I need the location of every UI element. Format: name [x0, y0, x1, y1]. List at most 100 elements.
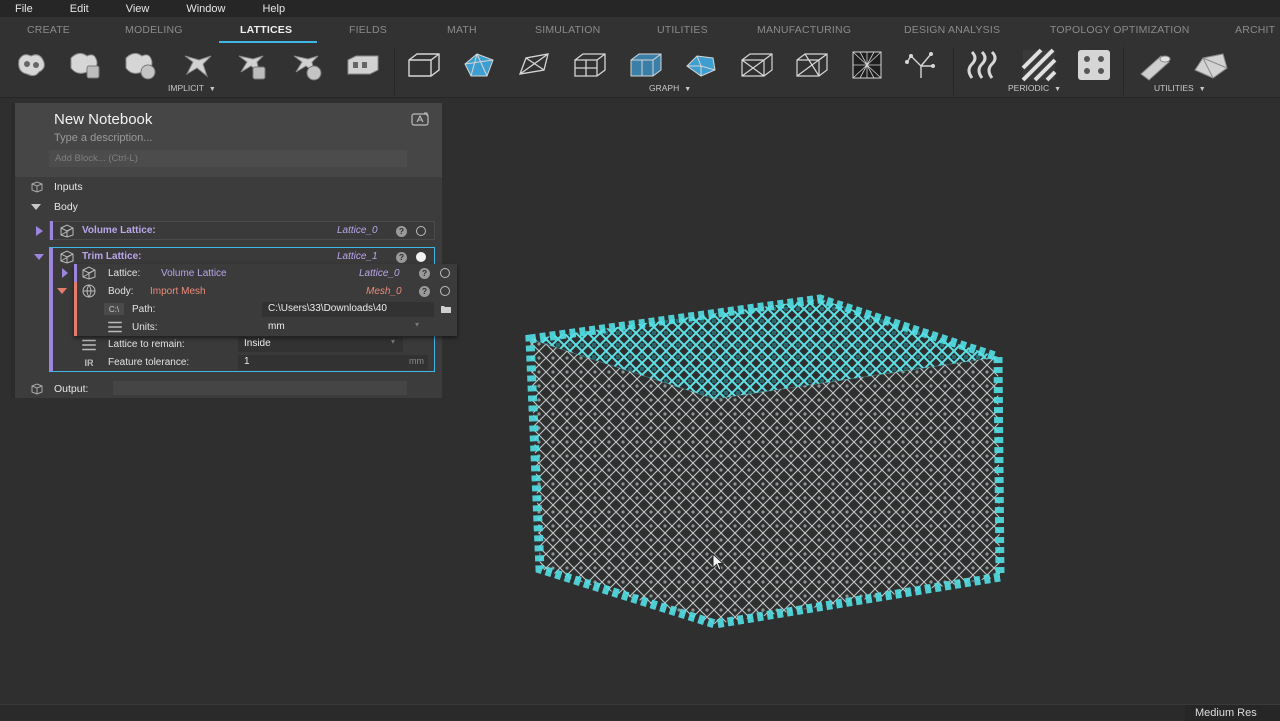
- units-row: Units: mm ▾: [74, 318, 457, 336]
- tab-math[interactable]: MATH: [447, 24, 477, 36]
- folder-icon[interactable]: [440, 304, 452, 314]
- implicit-lattice-1-icon[interactable]: [12, 47, 50, 83]
- expand-icon[interactable]: [36, 226, 43, 236]
- tab-design-analysis[interactable]: DESIGN ANALYSIS: [904, 24, 1000, 36]
- periodic-dots-icon[interactable]: [1075, 47, 1113, 83]
- menu-file[interactable]: File: [0, 3, 33, 15]
- path-row: C:\ Path: C:\Users\33\Downloads\40: [74, 300, 457, 318]
- body-collapse-icon[interactable]: [31, 204, 41, 210]
- expand-icon[interactable]: [62, 268, 68, 278]
- block-title: Volume Lattice:: [82, 225, 156, 236]
- graph-dense-icon[interactable]: [848, 47, 886, 83]
- help-icon[interactable]: ?: [396, 252, 407, 263]
- render-resolution[interactable]: Medium Res: [1185, 705, 1280, 721]
- collapse-icon[interactable]: [57, 288, 67, 294]
- inputs-section[interactable]: Inputs: [15, 177, 442, 197]
- block-output-variable[interactable]: Lattice_0: [337, 225, 378, 236]
- group-label-implicit[interactable]: IMPLICIT ▼: [168, 83, 216, 93]
- tab-fields[interactable]: FIELDS: [349, 24, 387, 36]
- notebook-header: New Notebook Type a description... Add B…: [15, 103, 442, 177]
- menu-edit[interactable]: Edit: [55, 3, 89, 15]
- tab-architecture[interactable]: ARCHIT: [1235, 24, 1275, 36]
- lattice-input-variable[interactable]: Lattice_0: [359, 268, 400, 279]
- graph-surface-icon[interactable]: [460, 47, 498, 83]
- ribbon-tabs: CREATE MODELING LATTICES FIELDS MATH SIM…: [0, 17, 1280, 43]
- units-select[interactable]: mm ▾: [262, 320, 427, 335]
- utility-shape-icon[interactable]: [1192, 47, 1230, 83]
- implicit-lattice-6-icon[interactable]: [287, 47, 325, 83]
- tab-lattices[interactable]: LATTICES: [240, 24, 292, 36]
- trim-inputs-subpanel: Lattice: Volume Lattice Lattice_0 ? Body…: [57, 264, 457, 336]
- graph-box-2-icon[interactable]: [570, 47, 608, 83]
- body-input-variable[interactable]: Mesh_0: [366, 286, 402, 297]
- body-input-row[interactable]: Body: Import Mesh Mesh_0 ?: [57, 282, 457, 336]
- lattice-block-icon: [82, 266, 96, 280]
- path-label: Path:: [132, 304, 156, 315]
- implicit-lattice-3-icon[interactable]: [121, 47, 159, 83]
- path-input[interactable]: C:\Users\33\Downloads\40: [262, 302, 434, 317]
- lattice-to-remain-value: Inside: [244, 338, 271, 349]
- graph-box-3-icon[interactable]: [626, 47, 664, 83]
- tab-utilities[interactable]: UTILITIES: [657, 24, 708, 36]
- utility-cylinder-icon[interactable]: [1136, 47, 1174, 83]
- implicit-lattice-2-icon[interactable]: [66, 47, 104, 83]
- notebook-title[interactable]: New Notebook: [54, 111, 152, 128]
- lattice-input-label: Lattice:: [108, 268, 141, 279]
- periodic-wave-icon[interactable]: [965, 47, 1003, 83]
- block-output-variable[interactable]: Lattice_1: [337, 251, 378, 262]
- group-separator: [953, 47, 954, 95]
- feature-tolerance-input[interactable]: 1 mm: [238, 355, 428, 370]
- ribbon-toolbar: IMPLICIT ▼ GRAPH ▼ PERIODIC ▼ UTILITIES …: [0, 43, 1280, 98]
- collapse-icon[interactable]: [34, 254, 44, 260]
- visibility-toggle[interactable]: [416, 252, 426, 262]
- notebook-description[interactable]: Type a description...: [54, 132, 152, 144]
- lattice-input-row[interactable]: Lattice: Volume Lattice Lattice_0 ?: [62, 264, 457, 282]
- group-label-graph[interactable]: GRAPH ▼: [649, 83, 691, 93]
- unit-suffix: mm: [409, 356, 424, 366]
- volume-lattice-block[interactable]: Volume Lattice: Lattice_0 ?: [36, 221, 435, 240]
- chevron-down-icon: ▾: [390, 337, 395, 346]
- menu-window[interactable]: Window: [171, 3, 225, 15]
- graph-tree-icon[interactable]: [902, 47, 940, 83]
- add-block-input[interactable]: Add Block... (Ctrl-L): [49, 150, 407, 167]
- graph-diagonal-icon[interactable]: [792, 47, 830, 83]
- group-label-periodic[interactable]: PERIODIC ▼: [1008, 83, 1061, 93]
- lattice-input-value[interactable]: Volume Lattice: [161, 268, 227, 279]
- help-icon[interactable]: ?: [419, 286, 430, 297]
- inputs-icon: [31, 181, 43, 193]
- lattice-block-icon: [60, 250, 74, 264]
- visibility-toggle[interactable]: [440, 268, 450, 278]
- lattice-to-remain-select[interactable]: Inside ▾: [238, 337, 403, 352]
- periodic-stripes-icon[interactable]: [1020, 47, 1058, 83]
- body-section[interactable]: Body: [15, 197, 442, 217]
- implicit-lattice-5-icon[interactable]: [232, 47, 270, 83]
- tab-simulation[interactable]: SIMULATION: [535, 24, 600, 36]
- implicit-lattice-block-icon[interactable]: [343, 47, 381, 83]
- tab-topology-optimization[interactable]: TOPOLOGY OPTIMIZATION: [1050, 24, 1190, 36]
- path-prefix-icon: C:\: [104, 303, 124, 315]
- menu-help[interactable]: Help: [247, 3, 285, 15]
- visibility-toggle[interactable]: [416, 226, 426, 236]
- help-icon[interactable]: ?: [396, 226, 407, 237]
- status-bar: Medium Res: [0, 704, 1280, 721]
- body-input-value[interactable]: Import Mesh: [150, 286, 206, 297]
- help-icon[interactable]: ?: [419, 268, 430, 279]
- group-label-utilities[interactable]: UTILITIES ▼: [1154, 83, 1206, 93]
- path-value: C:\Users\33\Downloads\40: [268, 303, 387, 314]
- graph-tilted-icon[interactable]: [515, 47, 553, 83]
- menu-view[interactable]: View: [111, 3, 150, 15]
- group-separator: [394, 47, 395, 95]
- feature-tolerance-row: IR Feature tolerance: 1 mm: [78, 354, 432, 372]
- block-color-bar: [50, 221, 53, 240]
- implicit-lattice-4-icon[interactable]: [178, 47, 216, 83]
- row-color-bar: [74, 264, 77, 282]
- tab-modeling[interactable]: MODELING: [125, 24, 183, 36]
- tab-create[interactable]: CREATE: [27, 24, 70, 36]
- visibility-toggle[interactable]: [440, 286, 450, 296]
- graph-box-4-icon[interactable]: [737, 47, 775, 83]
- tab-manufacturing[interactable]: MANUFACTURING: [757, 24, 851, 36]
- graph-box-icon[interactable]: [404, 47, 442, 83]
- notebook-settings-icon[interactable]: [411, 111, 429, 127]
- graph-surface-2-icon[interactable]: [682, 47, 720, 83]
- output-field[interactable]: [113, 381, 407, 395]
